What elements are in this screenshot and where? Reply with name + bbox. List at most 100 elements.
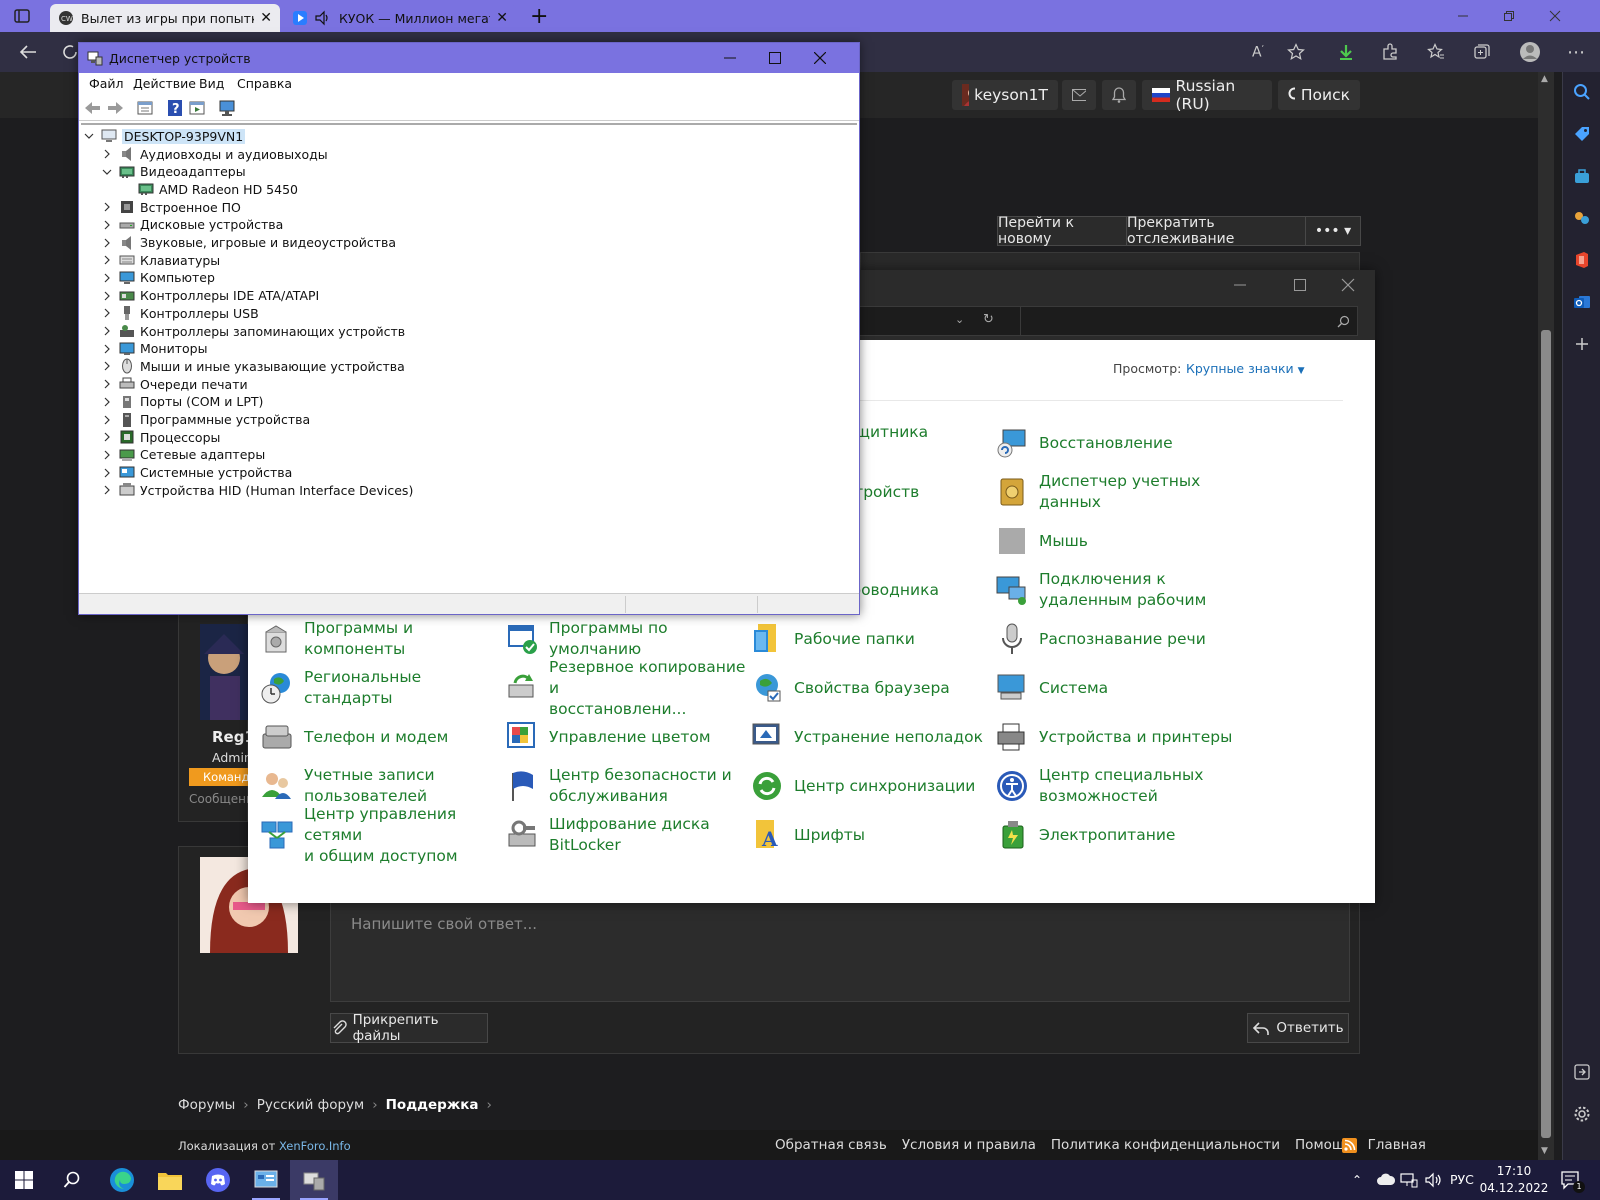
expand-chevron-icon[interactable] — [101, 468, 113, 478]
network-icon[interactable] — [1400, 1172, 1418, 1188]
cp-item-fonts[interactable]: A Шрифты — [750, 811, 1000, 859]
device-category[interactable]: Контроллеры USB — [101, 304, 259, 322]
unwatch-button[interactable]: Прекратить отслеживание — [1126, 215, 1306, 247]
favorites-icon[interactable] — [1422, 38, 1450, 66]
device-category[interactable]: Мыши и иные указывающие устройства — [101, 357, 405, 375]
toolbar-back-icon[interactable] — [83, 98, 103, 118]
device-category[interactable]: Очереди печати — [101, 375, 248, 393]
rss-icon[interactable] — [1342, 1138, 1357, 1153]
shopping-tag-icon[interactable] — [1570, 122, 1594, 146]
cp-item-programs[interactable]: Программы и компоненты — [260, 615, 510, 663]
cp-item-region[interactable]: Региональные стандарты — [260, 664, 510, 712]
breadcrumb-support[interactable]: Поддержка — [386, 1097, 479, 1113]
expand-chevron-icon[interactable] — [101, 397, 113, 407]
download-icon[interactable] — [1332, 38, 1360, 66]
start-windows-icon[interactable] — [0, 1160, 48, 1200]
expand-chevron-icon[interactable] — [101, 379, 113, 389]
expand-chevron-icon[interactable] — [101, 415, 113, 425]
close-tab-icon[interactable]: ✕ — [496, 10, 508, 26]
terms-link[interactable]: Условия и правила — [902, 1137, 1036, 1153]
volume-icon[interactable] — [1424, 1172, 1444, 1188]
device-category[interactable]: Звуковые, игровые и видеоустройства — [101, 234, 396, 252]
menu-file[interactable]: Файл — [89, 76, 124, 91]
expand-chevron-icon[interactable] — [101, 485, 113, 495]
minimize-icon[interactable] — [1440, 0, 1486, 32]
device-category[interactable]: Дисковые устройства — [101, 216, 283, 234]
collapse-chevron-icon[interactable] — [83, 132, 95, 140]
breadcrumb-russian-forum[interactable]: Русский форум — [257, 1097, 365, 1113]
cp-item-recovery[interactable]: Восстановление — [995, 419, 1245, 467]
device-category[interactable]: Встроенное ПО — [101, 198, 241, 216]
cp-item-security-flag[interactable]: Центр безопасности и обслуживания — [505, 762, 755, 810]
language-selector[interactable]: Russian (RU) — [1142, 77, 1272, 113]
device-manager-taskbar-icon[interactable] — [290, 1160, 338, 1200]
breadcrumb-forums[interactable]: Форумы — [178, 1097, 235, 1113]
expand-chevron-icon[interactable] — [101, 344, 113, 354]
expand-chevron-icon[interactable] — [101, 273, 113, 283]
speaker-icon[interactable] — [314, 10, 332, 26]
add-sidebar-app-icon[interactable] — [1570, 332, 1594, 356]
back-arrow-icon[interactable] — [14, 38, 42, 66]
device-category[interactable]: Устройства HID (Human Interface Devices) — [101, 481, 413, 499]
close-tab-icon[interactable]: ✕ — [260, 10, 272, 26]
device-category[interactable]: Контроллеры запоминающих устройств — [101, 322, 405, 340]
tree-root-node[interactable]: DESKTOP-93P9VN1 — [83, 127, 246, 145]
cp-item-sync-center[interactable]: Центр синхронизации — [750, 762, 1000, 810]
cp-item-ease-of-access[interactable]: Центр специальных возможностей — [995, 762, 1245, 810]
extensions-icon[interactable] — [1376, 38, 1404, 66]
expand-chevron-icon[interactable] — [101, 202, 113, 212]
cp-item-network-center[interactable]: Центр управления сетями и общим доступом — [260, 805, 510, 865]
cp-item-system[interactable]: Система — [995, 664, 1245, 712]
cp-item-backup[interactable]: Резервное копирование и восстановлени... — [505, 658, 755, 718]
scroll-down-arrow-icon[interactable]: ▼ — [1541, 1146, 1548, 1156]
reply-input[interactable]: Напишите свой ответ... — [330, 890, 1350, 1002]
clock[interactable]: 17:10 04.12.2022 — [1480, 1163, 1549, 1197]
office-icon[interactable] — [1570, 248, 1594, 272]
expand-chevron-icon[interactable] — [101, 149, 113, 159]
home-link[interactable]: Главная — [1368, 1137, 1426, 1153]
cp-item-credential-manager[interactable]: Диспетчер учетных данных — [995, 468, 1245, 516]
input-language-indicator[interactable]: РУС — [1450, 1172, 1474, 1187]
privacy-link[interactable]: Политика конфиденциальности — [1051, 1137, 1280, 1153]
device-category[interactable]: Порты (COM и LPT) — [101, 393, 263, 411]
feedback-link[interactable]: Обратная связь — [775, 1137, 887, 1153]
sidebar-settings-gear-icon[interactable] — [1570, 1102, 1594, 1126]
cp-item-troubleshooting[interactable]: Устранение неполадок — [750, 713, 1000, 761]
expand-chevron-icon[interactable] — [101, 220, 113, 230]
taskbar-search-icon[interactable] — [48, 1160, 96, 1200]
dm-minimize-icon[interactable] — [724, 52, 736, 64]
device-node[interactable]: AMD Radeon HD 5450 — [120, 180, 298, 198]
device-category[interactable]: Мониторы — [101, 340, 207, 358]
notification-center-icon[interactable]: 1 — [1560, 1170, 1585, 1193]
discord-icon[interactable] — [194, 1160, 242, 1200]
expand-chevron-icon[interactable] — [101, 308, 113, 318]
file-explorer-icon[interactable] — [146, 1160, 194, 1200]
read-aloud-icon[interactable]: Aʼ — [1244, 38, 1272, 66]
outlook-icon[interactable] — [1570, 290, 1594, 314]
tab-actions-icon[interactable] — [12, 6, 34, 26]
cp-item-mouse[interactable]: Мышь — [995, 517, 1245, 565]
toolbar-forward-icon[interactable] — [105, 98, 125, 118]
page-scrollbar[interactable]: ▲ ▼ — [1538, 72, 1554, 1160]
thread-more-button[interactable]: ••• ▾ — [1305, 216, 1361, 246]
menu-help[interactable]: Справка — [237, 76, 292, 91]
tools-icon[interactable] — [1570, 164, 1594, 188]
profile-avatar-icon[interactable] — [1516, 38, 1544, 66]
device-category[interactable]: Контроллеры IDE ATA/ATAPI — [101, 287, 319, 305]
inbox-icon[interactable] — [1062, 80, 1096, 110]
expand-chevron-icon[interactable] — [101, 361, 113, 371]
post-avatar[interactable] — [200, 624, 248, 720]
edge-browser-icon[interactable] — [98, 1160, 146, 1200]
expand-chevron-icon[interactable] — [101, 450, 113, 460]
games-icon[interactable] — [1570, 206, 1594, 230]
expand-chevron-icon[interactable] — [101, 326, 113, 336]
toolbar-scan-hardware-icon[interactable] — [217, 98, 237, 118]
browser-tab[interactable]: КУОК — Миллион мегатонн ✕ — [284, 4, 516, 32]
cp-item-work-folders[interactable]: Рабочие папки — [750, 615, 1000, 663]
new-tab-button[interactable]: + — [530, 4, 548, 29]
attach-files-button[interactable]: Прикрепить файлы — [330, 1012, 488, 1044]
collections-icon[interactable] — [1468, 38, 1496, 66]
expand-chevron-icon[interactable] — [101, 238, 113, 248]
browser-tab-active[interactable]: CW Вылет из игры при попытке по... ✕ — [50, 4, 280, 32]
device-category[interactable]: Клавиатуры — [101, 251, 220, 269]
